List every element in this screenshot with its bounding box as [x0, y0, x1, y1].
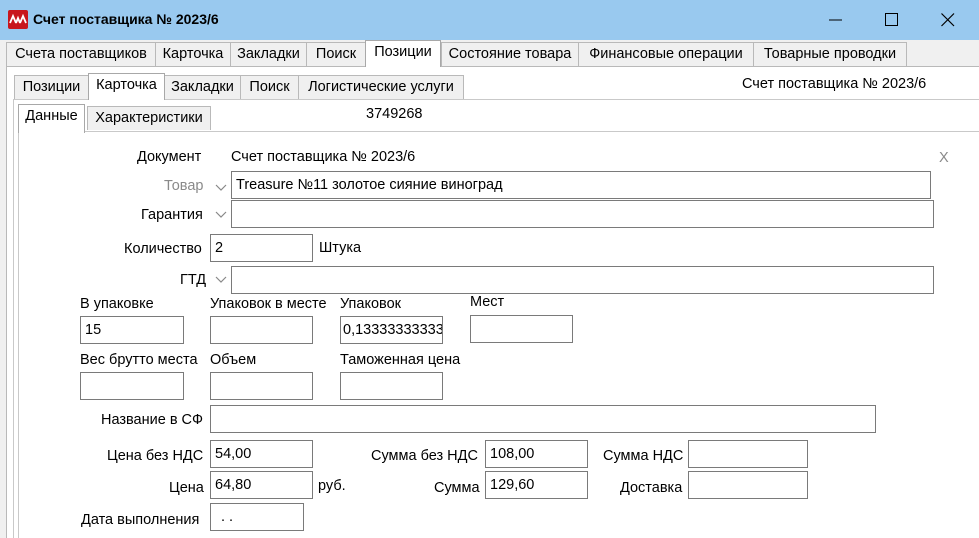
subtab-positions[interactable]: Позиции [14, 75, 89, 99]
price-label: Цена [169, 480, 204, 496]
sf-name-label: Название в СФ [101, 412, 204, 428]
delivery-label: Доставка [620, 480, 683, 496]
currency-label: руб. [318, 478, 346, 494]
completion-date-field[interactable]: . . [210, 503, 304, 531]
unit-label: Штука [319, 240, 362, 256]
tab-card[interactable]: Карточка [155, 42, 231, 66]
subtab-card[interactable]: Карточка [88, 73, 165, 100]
document-header-title: Счет поставщика № 2023/6 [742, 76, 927, 92]
volume-field[interactable] [210, 372, 313, 400]
document-label: Документ [137, 149, 202, 165]
gross-weight-label: Вес брутто места [80, 352, 198, 368]
customs-price-label: Таможенная цена [340, 352, 461, 368]
places-field[interactable] [470, 315, 573, 343]
price-field[interactable]: 64,80 [210, 471, 313, 499]
vat-sum-field[interactable] [688, 440, 808, 468]
app-logo-icon [8, 10, 28, 29]
per-pack-field[interactable]: 15 [80, 316, 184, 344]
tab-search[interactable]: Поиск [306, 42, 366, 66]
window-title: Счет поставщика № 2023/6 [33, 11, 219, 27]
warranty-label: Гарантия [141, 207, 203, 223]
packs-in-place-label: Упаковок в месте [210, 296, 327, 312]
product-field[interactable]: Treasure №11 золотое сияние виноград [231, 171, 931, 199]
tab-goods-entries[interactable]: Товарные проводки [753, 42, 907, 66]
volume-label: Объем [210, 352, 257, 368]
places-label: Мест [470, 294, 505, 310]
product-label: Товар [164, 178, 204, 194]
gtd-label: ГТД [180, 272, 207, 288]
record-id: 3749268 [366, 106, 423, 122]
sum-no-vat-field[interactable]: 108,00 [485, 440, 588, 468]
vat-sum-label: Сумма НДС [603, 448, 684, 464]
sum-no-vat-label: Сумма без НДС [371, 448, 478, 464]
quantity-label: Количество [124, 241, 202, 257]
tab-bookmarks[interactable]: Закладки [230, 42, 307, 66]
warranty-field[interactable] [231, 200, 934, 228]
sum-field[interactable]: 129,60 [485, 471, 588, 499]
sf-name-field[interactable] [210, 405, 876, 433]
tab-supplier-invoices[interactable]: Счета поставщиков [6, 42, 156, 66]
title-bar: Счет поставщика № 2023/6 [0, 0, 979, 40]
document-value: Счет поставщика № 2023/6 [231, 149, 416, 165]
maximize-icon [885, 13, 898, 26]
customs-price-field[interactable] [340, 372, 443, 400]
packs-label: Упаковок [340, 296, 401, 312]
quantity-field[interactable]: 2 [210, 234, 313, 262]
close-icon [941, 13, 955, 27]
tab-financial-operations[interactable]: Финансовые операции [578, 42, 754, 66]
minimize-button[interactable] [810, 0, 862, 40]
tab-goods-state[interactable]: Состояние товара [441, 42, 579, 66]
packs-field[interactable]: 0,13333333333 [340, 316, 443, 344]
chevron-down-icon[interactable] [213, 206, 229, 222]
minimize-icon [829, 19, 842, 21]
tab-characteristics[interactable]: Характеристики [87, 106, 211, 130]
delivery-field[interactable] [688, 471, 808, 499]
chevron-down-icon[interactable] [213, 271, 229, 287]
subtab-search[interactable]: Поиск [240, 75, 299, 99]
tab-positions[interactable]: Позиции [365, 40, 441, 67]
packs-in-place-field[interactable] [210, 316, 313, 344]
close-window-button[interactable] [922, 0, 974, 40]
chevron-down-icon[interactable] [213, 179, 229, 195]
sum-label: Сумма [434, 480, 480, 496]
gross-weight-field[interactable] [80, 372, 184, 400]
tab-data[interactable]: Данные [18, 104, 85, 133]
clear-x-button[interactable]: X [939, 150, 949, 166]
completion-date-label: Дата выполнения [81, 512, 200, 528]
subtab-logistics[interactable]: Логистические услуги [298, 75, 464, 99]
maximize-button[interactable] [866, 0, 918, 40]
subtab-bookmarks[interactable]: Закладки [164, 75, 241, 99]
price-no-vat-field[interactable]: 54,00 [210, 440, 313, 468]
gtd-field[interactable] [231, 266, 934, 294]
per-pack-label: В упаковке [80, 296, 154, 312]
price-no-vat-label: Цена без НДС [107, 448, 204, 464]
